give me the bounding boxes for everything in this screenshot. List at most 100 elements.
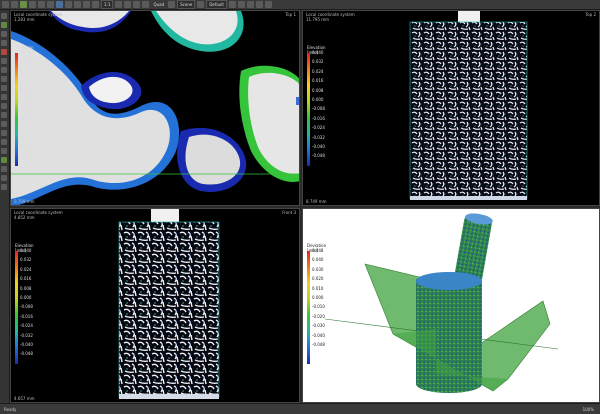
legend-tick: -0.020 (312, 313, 325, 319)
legend-color-bar (15, 53, 18, 166)
legend-tick: -0.048 (312, 341, 325, 347)
save-icon[interactable] (11, 1, 18, 8)
fit-view-icon[interactable] (56, 1, 63, 8)
viewport-2-title: Top 2 (585, 12, 596, 17)
delete-icon[interactable] (1, 49, 7, 55)
legend-tick: 0.008 (312, 87, 324, 93)
viewport-2-header: Local coordinate system 11.795 mm (306, 12, 355, 22)
legend-tick: -0.030 (312, 323, 325, 329)
scale-label: 4.852 mm (14, 215, 35, 220)
lasso-icon[interactable] (1, 31, 7, 37)
legend-tick: -0.032 (20, 134, 33, 140)
view-dropdown[interactable]: Scene (177, 0, 196, 9)
specimen-front-view-image (118, 209, 220, 399)
select-area-icon[interactable] (1, 22, 7, 28)
legend-tick: -0.040 (312, 332, 325, 338)
settings-icon[interactable] (228, 1, 236, 8)
layer-icon[interactable] (1, 175, 7, 181)
info-icon[interactable] (1, 184, 7, 190)
pan-icon[interactable] (38, 1, 45, 8)
file-icon[interactable] (2, 1, 9, 8)
viewport-top-left[interactable]: Local coordinate system 1.283 mm Top 1 E… (10, 10, 300, 206)
plane-icon[interactable] (1, 85, 7, 91)
light-icon[interactable] (92, 1, 99, 8)
check-icon[interactable] (1, 157, 7, 163)
camera-icon[interactable] (83, 1, 90, 8)
cone-icon[interactable] (1, 121, 7, 127)
section-tool-icon[interactable] (1, 130, 7, 136)
specimen-3d-deviation-image (324, 213, 559, 393)
pointer-tool-icon[interactable] (1, 13, 7, 19)
circle-icon[interactable] (1, 94, 7, 100)
layout-quad-label[interactable]: Quad (151, 2, 166, 7)
measure-tool-icon[interactable] (1, 58, 7, 64)
legend-tick: 0.020 (312, 276, 324, 282)
viewport-1-scroll-thumb[interactable] (296, 97, 299, 105)
viewport-1-header: Local coordinate system 1.283 mm (14, 12, 63, 22)
viewport-3-title: Front 3 (282, 210, 296, 215)
view-front-icon[interactable] (115, 1, 123, 8)
viewport-bottom-left[interactable]: Local coordinate system 4.852 mm Front 3… (10, 208, 300, 403)
viewport-1-footer: 0.709 mm (14, 199, 35, 204)
legend-tick: -0.040 (20, 143, 33, 149)
color-map-icon[interactable] (237, 1, 245, 8)
viewport-4-legend: Deviation [mm] 0.048 0.040 0.030 0.020 0… (307, 243, 337, 364)
elevation-surface-image (11, 11, 299, 205)
line-icon[interactable] (1, 76, 7, 82)
legend-tick: -0.008 (312, 106, 325, 112)
select-icon[interactable] (20, 1, 27, 8)
legend-tick: 0.008 (20, 87, 32, 93)
grid-icon[interactable] (65, 1, 72, 8)
viewport-top-right[interactable]: Local coordinate system 11.795 mm Top 2 … (302, 10, 600, 206)
legend-ticks: 0.040 0.032 0.024 0.016 0.008 0.000 -0.0… (312, 50, 325, 163)
scale-label: 11.795 mm (306, 17, 330, 22)
label-tool-icon[interactable] (1, 139, 7, 145)
legend-tick: 0.040 (312, 257, 324, 263)
legend-tick: 0.000 (20, 294, 32, 300)
main-toolbar: 1:1 Quad Scene Default (0, 0, 600, 10)
measure-icon[interactable] (74, 1, 81, 8)
deviation-icon[interactable] (1, 148, 7, 154)
view-top-icon[interactable] (124, 1, 132, 8)
snapshot-icon[interactable] (197, 1, 205, 8)
legend-tick: -0.016 (20, 313, 33, 319)
legend-tick: -0.040 (312, 143, 325, 149)
view-side-icon[interactable] (133, 1, 141, 8)
legend-tick: -0.048 (20, 351, 33, 357)
legend-tick: 0.024 (20, 266, 32, 272)
legend-tick: 0.016 (20, 78, 32, 84)
legend-color-bar (15, 251, 18, 364)
legend-tick: -0.008 (20, 304, 33, 310)
legend-tick: 0.000 (20, 96, 32, 102)
section-icon[interactable] (246, 1, 254, 8)
legend-tick: 0.040 (312, 50, 324, 55)
zoom-dropdown[interactable]: 1:1 (101, 0, 114, 9)
legend-tick: -0.008 (20, 106, 33, 112)
legend-tick: 0.016 (312, 78, 324, 84)
legend-tick: 0.040 (20, 50, 32, 55)
sphere-icon[interactable] (1, 112, 7, 118)
viewport-1-legend: Elevation [mm] 0.040 0.032 0.024 0.016 0… (15, 45, 45, 166)
legend-tick: 0.030 (312, 266, 324, 272)
brush-icon[interactable] (1, 40, 7, 46)
legend-tick: -0.024 (20, 323, 33, 329)
zoom-icon[interactable] (47, 1, 54, 8)
report-icon[interactable] (1, 166, 7, 172)
status-left-text: Ready (4, 407, 17, 412)
legend-ticks: 0.048 0.040 0.030 0.020 0.010 0.000 -0.0… (312, 248, 325, 351)
legend-tick: 0.000 (312, 96, 324, 102)
export-icon[interactable] (264, 1, 272, 8)
point-icon[interactable] (1, 67, 7, 73)
legend-tick: -0.048 (20, 153, 33, 159)
viewport-bottom-right-3d[interactable]: Deviation [mm] 0.048 0.040 0.030 0.020 0… (302, 208, 600, 403)
legend-tick: 0.016 (20, 276, 32, 282)
rotate-icon[interactable] (29, 1, 36, 8)
snapshot-dropdown[interactable]: Default (206, 0, 227, 9)
cylinder-icon[interactable] (1, 103, 7, 109)
viewport-2-footer: 8.749 mm (306, 199, 327, 204)
label-icon[interactable] (255, 1, 263, 8)
layout-icon[interactable] (168, 1, 176, 8)
view-iso-icon[interactable] (142, 1, 150, 8)
legend-tick: 0.048 (312, 248, 324, 253)
legend-ticks: 0.040 0.032 0.024 0.016 0.008 0.000 -0.0… (20, 50, 33, 163)
